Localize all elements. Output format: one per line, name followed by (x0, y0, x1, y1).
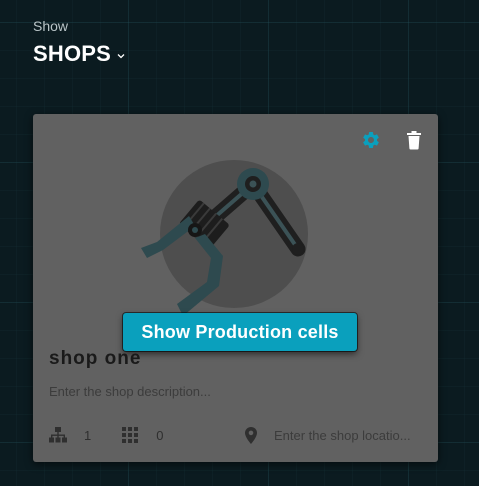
page-subtitle: Show (33, 18, 69, 34)
settings-button[interactable] (359, 130, 383, 154)
page-title: SHOPS (33, 41, 112, 66)
grid-icon (121, 426, 139, 444)
hierarchy-count: 1 (84, 427, 92, 443)
gear-icon (361, 130, 381, 155)
shop-name: shop one (49, 348, 142, 369)
hierarchy-stat: 1 (49, 426, 91, 444)
shops-dropdown[interactable]: SHOPS (33, 41, 126, 67)
show-production-cells-button[interactable]: Show Production cells (123, 313, 357, 351)
shop-stats: 1 0 (49, 425, 424, 445)
hierarchy-icon (49, 426, 67, 444)
cells-stat: 0 (121, 426, 163, 444)
page-header: Show SHOPS (33, 17, 126, 67)
delete-button[interactable] (402, 130, 426, 154)
shop-location (242, 426, 424, 444)
shop-location-input[interactable] (274, 427, 424, 443)
location-pin-icon (242, 426, 260, 444)
robotic-arm-icon (133, 154, 313, 316)
shop-card: Show Production cells shop one 1 (33, 114, 438, 462)
trash-icon (406, 130, 422, 155)
cell-count: 0 (156, 427, 164, 443)
shop-description-input[interactable] (49, 382, 419, 401)
chevron-down-icon (116, 48, 126, 59)
